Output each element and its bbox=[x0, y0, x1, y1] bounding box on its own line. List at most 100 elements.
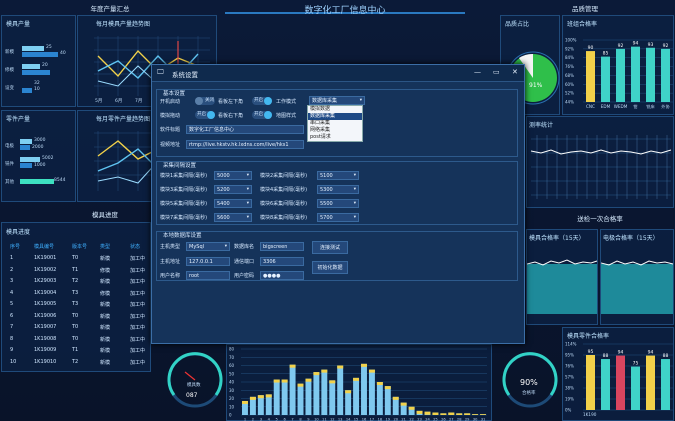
user-field[interactable]: root bbox=[186, 271, 230, 280]
interval-select[interactable]: 5400 ▾ bbox=[214, 199, 252, 208]
data-label: 88 bbox=[603, 353, 609, 359]
bar-cap bbox=[289, 364, 296, 368]
start-toggle[interactable]: 关闭 bbox=[195, 97, 215, 105]
table-cell: 新模 bbox=[100, 336, 111, 343]
init-data-button[interactable]: 初始化数据 bbox=[312, 261, 348, 274]
dropdown-option[interactable]: 网络采集 bbox=[308, 127, 362, 134]
software-title-field[interactable]: 数字化工厂信息中心 bbox=[186, 125, 304, 134]
table-cell: 1K19004 bbox=[34, 289, 57, 296]
table-row[interactable]: 9 1K19009 T1 新模 加工中 bbox=[6, 345, 150, 355]
pass-rate-panel: 班组合格率 100% 92% 84% 76% 68% 60% 52% 44% 90 CNC 85 ED… bbox=[562, 15, 674, 115]
video-url-field[interactable]: rtmp://live.hkstv.hk.lxdns.com/live/hks1 bbox=[186, 140, 304, 149]
interval-label: 模块2采集间隔(毫秒) bbox=[260, 173, 308, 179]
x-tick-label: 8 bbox=[299, 418, 302, 421]
table-row[interactable]: 2 1K19002 T1 修模 加工中 bbox=[6, 265, 150, 275]
data-label: 93 bbox=[648, 42, 654, 48]
interval-select[interactable]: 5000 ▾ bbox=[214, 171, 252, 180]
bar bbox=[313, 372, 320, 415]
mold-count-gauge bbox=[167, 352, 223, 408]
table-row[interactable]: 5 1K19005 T3 新模 加工中 bbox=[6, 299, 150, 309]
interval-select[interactable]: 5500 ▾ bbox=[317, 199, 359, 208]
y-tick-label: 60 bbox=[229, 363, 235, 368]
table-row[interactable]: 7 1K19007 T0 新模 加工中 bbox=[6, 322, 150, 332]
y-tick-label: 44% bbox=[565, 100, 574, 105]
port-field[interactable]: 3306 bbox=[260, 257, 304, 266]
dropdown-option[interactable]: 串口采集 bbox=[308, 120, 362, 127]
table-cell: 加工中 bbox=[130, 290, 146, 297]
interval-select[interactable]: 5100 ▾ bbox=[317, 171, 359, 180]
data-label: 94 bbox=[648, 350, 654, 356]
table-row[interactable]: 1 1K19001 T0 新模 加工中 bbox=[6, 253, 150, 263]
bar bbox=[22, 88, 32, 93]
interval-select[interactable]: 5600 ▾ bbox=[214, 213, 252, 222]
port-label: 通信端口 bbox=[234, 259, 255, 265]
table-cell: 1K29003 bbox=[34, 278, 57, 284]
host-type-select[interactable]: MySql ▾ bbox=[186, 242, 230, 251]
y-tick-label: 30 bbox=[229, 388, 235, 393]
bar bbox=[646, 47, 655, 102]
series-line bbox=[530, 149, 672, 155]
table-cell: 新模 bbox=[100, 348, 111, 354]
dropdown-option[interactable]: 模拟数据 bbox=[308, 106, 362, 113]
table-cell: 1K19008 bbox=[34, 335, 57, 342]
dropdown-option-selected[interactable]: 数据库采集 bbox=[308, 113, 362, 120]
minimize-icon[interactable]: — bbox=[474, 68, 481, 76]
work-mode-dropdown: 模拟数据 数据库采集 串口采集 网络采集 post请求 bbox=[307, 105, 363, 142]
maximize-icon[interactable]: ▭ bbox=[493, 68, 500, 76]
table-cell: 新模 bbox=[100, 256, 111, 262]
bar-cap bbox=[432, 412, 439, 415]
x-tick-label: 23 bbox=[417, 418, 422, 421]
daily-output-chart: 807060504030201001 2 3 4 5 6 7 8 9 10 11 12 13 14 15 16… bbox=[229, 347, 487, 421]
work-mode-select[interactable]: 数据库采集 ▾ bbox=[309, 96, 365, 105]
gauge-right-label: 合格率 bbox=[522, 391, 536, 396]
table-cell: 1K19002 bbox=[34, 266, 57, 273]
x-tick-label: 2 bbox=[252, 418, 254, 421]
x-tick-label: 15 bbox=[354, 418, 359, 421]
connection-test-button[interactable]: 连接测试 bbox=[312, 241, 348, 254]
table-cell: T2 bbox=[72, 358, 79, 365]
table-row[interactable]: 8 1K19008 T0 新模 加工中 bbox=[6, 334, 150, 344]
interval-label: 模块6采集间隔(毫秒) bbox=[260, 201, 308, 207]
kanban-left-toggle[interactable]: 开启 bbox=[252, 97, 272, 105]
table-cell: 新模 bbox=[100, 302, 111, 308]
table-row[interactable]: 3 1K29003 T2 新模 加工中 bbox=[6, 276, 150, 286]
table-cell: 1K19005 bbox=[34, 301, 57, 307]
auto-toggle[interactable]: 开启 bbox=[195, 111, 215, 119]
interval-select[interactable]: 5200 ▾ bbox=[214, 185, 252, 194]
close-icon[interactable]: ✕ bbox=[512, 68, 518, 76]
bar-cap bbox=[273, 379, 280, 383]
table-row[interactable]: 4 1K19004 T3 修模 加工中 bbox=[6, 288, 150, 298]
center-header-title: 数字化工厂信息中心 bbox=[304, 6, 386, 16]
bar-cap bbox=[337, 365, 344, 369]
table-cell: 5 bbox=[10, 301, 14, 307]
bar-cap bbox=[440, 413, 447, 415]
table-cell: T0 bbox=[72, 255, 79, 261]
bar-cap bbox=[408, 406, 415, 410]
x-tick-label: 9 bbox=[307, 418, 310, 421]
table-row[interactable]: 10 1K19010 T2 新模 加工中 bbox=[6, 357, 150, 367]
table-cell: 9 bbox=[10, 347, 14, 353]
pwd-field[interactable]: ●●●● bbox=[260, 271, 304, 280]
interval-label: 模块1采集间隔(毫秒) bbox=[160, 173, 208, 179]
host-addr-field[interactable]: 127.0.0.1 bbox=[186, 257, 230, 266]
bar-cap bbox=[424, 411, 431, 415]
kanban-right-toggle[interactable]: 开启 bbox=[252, 111, 272, 119]
bar bbox=[345, 390, 352, 415]
interval-select[interactable]: 5700 ▾ bbox=[317, 213, 359, 222]
bar-cap bbox=[281, 379, 288, 383]
y-tick-label: 114% bbox=[565, 342, 577, 347]
panel-title: 模具进度 bbox=[6, 229, 31, 236]
x-tick-label: 11 bbox=[322, 418, 327, 421]
db-name-field[interactable]: bigscreen bbox=[260, 242, 304, 251]
dropdown-option[interactable]: post请求 bbox=[308, 134, 362, 141]
bar-cap bbox=[464, 413, 471, 415]
y-tick-label: 80 bbox=[229, 347, 235, 352]
table-row[interactable]: 6 1K19006 T0 新模 加工中 bbox=[6, 311, 150, 321]
progress-table-panel: 模具进度 序号 模具编号 版本号 类型 状态 1 1K19001 T0 新模 加工中 2 1… bbox=[1, 222, 151, 372]
panel-title: 零件产量 bbox=[6, 116, 31, 123]
interval-select[interactable]: 5300 ▾ bbox=[317, 185, 359, 194]
gauge-value: 087 bbox=[186, 392, 198, 399]
x-tick-label: 16 bbox=[362, 418, 367, 421]
bar bbox=[337, 365, 344, 415]
table-cell: T1 bbox=[72, 347, 79, 353]
